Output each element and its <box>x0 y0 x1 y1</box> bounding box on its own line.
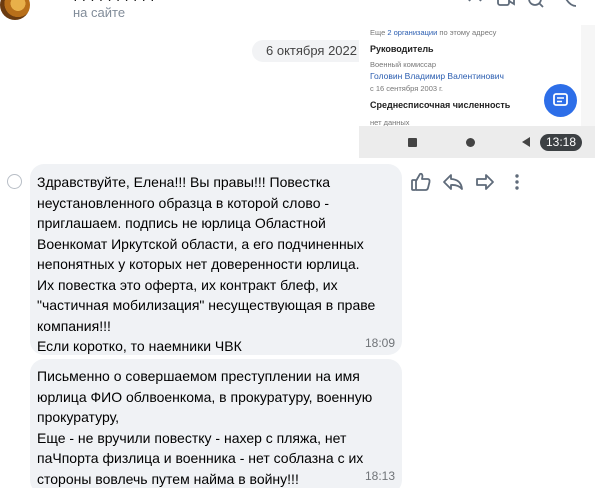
message-bubble[interactable]: Письменно о совершаемом преступлении на … <box>30 359 402 488</box>
back-icon <box>522 137 530 147</box>
message-select-checkbox[interactable] <box>7 174 22 189</box>
home-icon <box>466 138 475 147</box>
message-text: Здравствуйте, Елена!!! Вы правы!!! Повес… <box>37 174 376 354</box>
video-icon[interactable] <box>497 0 515 12</box>
android-nav-bar: 13:18 <box>359 126 595 158</box>
phone-icon[interactable] <box>560 0 578 12</box>
message-bubble[interactable]: Здравствуйте, Елена!!! Вы правы!!! Повес… <box>30 164 402 355</box>
attached-screenshot[interactable]: Еще 2 организации по этому адресу Руково… <box>359 25 595 158</box>
message-time: 18:09 <box>365 336 396 350</box>
search-icon[interactable] <box>466 0 484 12</box>
head-title: Руководитель <box>370 44 434 54</box>
chat-header: · · · · · · · · · · на сайте <box>0 0 595 26</box>
message-icon <box>553 93 568 106</box>
org-note-link[interactable]: 2 организации <box>387 28 437 37</box>
like-icon[interactable] <box>409 170 433 194</box>
date-divider: 6 октября 2022 <box>252 40 371 62</box>
avatar[interactable] <box>0 0 30 20</box>
recent-apps-icon <box>408 138 417 147</box>
more-vertical-icon[interactable] <box>505 170 529 194</box>
organization-card: Еще 2 организации по этому адресу Руково… <box>359 25 581 127</box>
head-role: Военный комиссар <box>370 60 437 69</box>
search-icon[interactable] <box>527 0 545 12</box>
head-since: с 16 сентября 2003 г. <box>370 84 444 93</box>
forward-icon[interactable] <box>473 170 497 194</box>
message-time: 18:13 <box>365 469 396 483</box>
online-status: на сайте <box>73 5 126 20</box>
phone-time: 13:18 <box>540 134 583 151</box>
org-note: Еще 2 организации по этому адресу <box>370 28 497 37</box>
head-name[interactable]: Головин Владимир Валентинович <box>370 71 504 81</box>
message-text: Письменно о совершаемом преступлении на … <box>37 368 373 487</box>
staff-title: Среднесписочная численность <box>370 100 511 110</box>
chat-fab-button[interactable] <box>544 84 577 117</box>
reply-icon[interactable] <box>441 170 465 194</box>
